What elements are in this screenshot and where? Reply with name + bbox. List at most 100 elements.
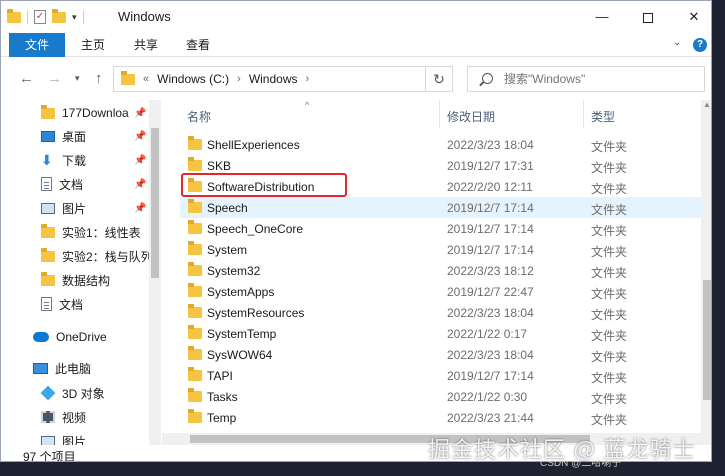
folder-icon[interactable] [7, 8, 21, 23]
file-date: 2022/2/20 12:11 [447, 180, 533, 194]
file-name: SKB [207, 159, 232, 173]
nav-item-label: 下载 [62, 153, 87, 168]
file-date: 2022/3/23 18:12 [447, 264, 534, 278]
tab-home[interactable]: 主页 [73, 33, 113, 57]
nav-scrollbar[interactable] [149, 100, 161, 445]
file-type: 文件夹 [591, 266, 628, 280]
table-row[interactable]: Speech 2019/12/7 17:14 文件夹 [180, 197, 701, 218]
file-type: 文件夹 [591, 161, 628, 175]
nav-item-this-pc[interactable]: 此电脑 [33, 357, 149, 379]
table-row[interactable]: SystemResources 2022/3/23 18:04 文件夹 [180, 302, 701, 323]
properties-icon[interactable]: ✓ [34, 10, 46, 24]
file-type: 文件夹 [591, 329, 628, 343]
file-type: 文件夹 [591, 413, 628, 427]
item-count: 97 个项目 [23, 450, 76, 462]
nav-item-lab2[interactable]: 实验2：栈与队列 [41, 245, 149, 267]
table-row[interactable]: SystemTemp 2022/1/22 0:17 文件夹 [180, 323, 701, 344]
nav-item-177downloads[interactable]: 177Downloa 📌 [41, 102, 161, 124]
nav-item-pictures-pc[interactable]: 图片 [41, 430, 149, 445]
pin-icon[interactable]: 📌 [134, 203, 146, 214]
table-row[interactable]: SysWOW64 2022/3/23 18:04 文件夹 [180, 344, 701, 365]
refresh-button[interactable]: ↻ [425, 66, 453, 92]
file-date: 2019/12/7 22:47 [447, 285, 534, 299]
file-date: 2019/12/7 17:14 [447, 222, 534, 236]
nav-item-documents[interactable]: 文档 📌 [41, 173, 161, 195]
tab-file[interactable]: 文件 [9, 33, 65, 57]
nav-item-label: 视频 [62, 410, 87, 425]
nav-item-downloads[interactable]: ⬇ 下载 📌 [41, 149, 161, 171]
nav-item-data-structures[interactable]: 数据结构 [41, 269, 149, 291]
nav-item-videos[interactable]: 视频 [41, 406, 149, 428]
minimize-button[interactable]: — [579, 1, 625, 33]
content-scrollbar-thumb[interactable] [703, 280, 711, 400]
breadcrumb-chevron[interactable]: › [237, 73, 241, 85]
window-title: Windows [118, 9, 171, 24]
pin-icon[interactable]: 📌 [134, 108, 146, 119]
column-divider[interactable] [439, 100, 440, 128]
table-row[interactable]: System 2019/12/7 17:14 文件夹 [180, 239, 701, 260]
address-bar[interactable]: « Windows (C:) › Windows › [113, 66, 453, 92]
file-type: 文件夹 [591, 203, 628, 217]
nav-scrollbar-thumb[interactable] [151, 128, 159, 278]
folder-icon [188, 367, 202, 381]
tab-share[interactable]: 共享 [126, 33, 166, 57]
breadcrumb-drive[interactable]: Windows (C:) [157, 72, 229, 86]
customize-toolbar-icon[interactable]: ▾ [72, 12, 77, 23]
file-name: ShellExperiences [207, 138, 300, 152]
folder-icon [41, 104, 55, 119]
file-type: 文件夹 [591, 392, 628, 406]
content-scrollbar[interactable]: ▲ [701, 100, 711, 445]
new-folder-icon[interactable] [52, 8, 66, 23]
folder-icon [41, 271, 55, 286]
search-box[interactable] [467, 66, 705, 92]
table-row[interactable]: Speech_OneCore 2019/12/7 17:14 文件夹 [180, 218, 701, 239]
nav-item-3d-objects[interactable]: 3D 对象 [40, 382, 149, 404]
title-bar: ✓ ▾ Windows — ✕ [1, 1, 711, 33]
search-input[interactable] [504, 67, 699, 91]
close-button[interactable]: ✕ [671, 1, 711, 33]
file-name: Temp [207, 411, 237, 425]
table-row[interactable]: TAPI 2019/12/7 17:14 文件夹 [180, 365, 701, 386]
file-type: 文件夹 [591, 350, 628, 364]
forward-button[interactable]: → [47, 70, 62, 87]
column-date[interactable]: 修改日期 [447, 108, 495, 125]
recent-locations-button[interactable]: ▾ [75, 73, 80, 84]
table-row[interactable]: Tasks 2022/1/22 0:30 文件夹 [180, 386, 701, 407]
back-button[interactable]: ← [19, 70, 34, 87]
expand-ribbon-icon[interactable]: ⌄ [673, 37, 681, 48]
pin-icon[interactable]: 📌 [134, 179, 146, 190]
file-type: 文件夹 [591, 245, 628, 259]
table-row[interactable]: Temp 2022/3/23 21:44 文件夹 [180, 407, 701, 428]
nav-item-label: 文档 [59, 297, 84, 312]
nav-item-pictures[interactable]: 图片 📌 [41, 197, 161, 219]
pin-icon[interactable]: 📌 [134, 155, 146, 166]
tab-view[interactable]: 查看 [178, 33, 218, 57]
up-button[interactable]: ↑ [95, 70, 103, 87]
table-row[interactable]: SystemApps 2019/12/7 22:47 文件夹 [180, 281, 701, 302]
nav-item-label: 实验2：栈与队列 [62, 249, 149, 264]
address-overflow[interactable]: « [143, 73, 149, 85]
folder-icon [188, 325, 202, 339]
navigation-pane: 177Downloa 📌 桌面 📌 ⬇ 下载 📌 文档 📌 图片 📌 实验1：线… [1, 100, 161, 445]
3d-objects-icon [40, 385, 56, 401]
desktop-icon [41, 130, 55, 142]
file-date: 2022/1/22 0:17 [447, 327, 528, 341]
column-name[interactable]: 名称 [187, 108, 211, 125]
nav-item-documents-2[interactable]: 文档 [41, 293, 149, 315]
breadcrumb-chevron[interactable]: › [306, 73, 310, 85]
nav-item-label: 图片 [62, 201, 87, 216]
scroll-up-icon[interactable]: ▲ [703, 100, 711, 109]
table-row[interactable]: ShellExperiences 2022/3/23 18:04 文件夹 [180, 134, 701, 155]
breadcrumb-folder[interactable]: Windows [249, 72, 298, 86]
nav-item-lab1[interactable]: 实验1：线性表 [41, 221, 149, 243]
pin-icon[interactable]: 📌 [134, 131, 146, 142]
folder-icon [41, 223, 55, 238]
maximize-button[interactable] [625, 1, 671, 33]
column-type[interactable]: 类型 [591, 108, 615, 125]
table-row[interactable]: System32 2022/3/23 18:12 文件夹 [180, 260, 701, 281]
file-date: 2022/3/23 18:04 [447, 348, 534, 362]
nav-item-onedrive[interactable]: OneDrive [33, 326, 149, 348]
help-icon[interactable]: ? [693, 38, 707, 52]
column-divider[interactable] [583, 100, 584, 128]
nav-item-desktop[interactable]: 桌面 📌 [41, 125, 161, 147]
